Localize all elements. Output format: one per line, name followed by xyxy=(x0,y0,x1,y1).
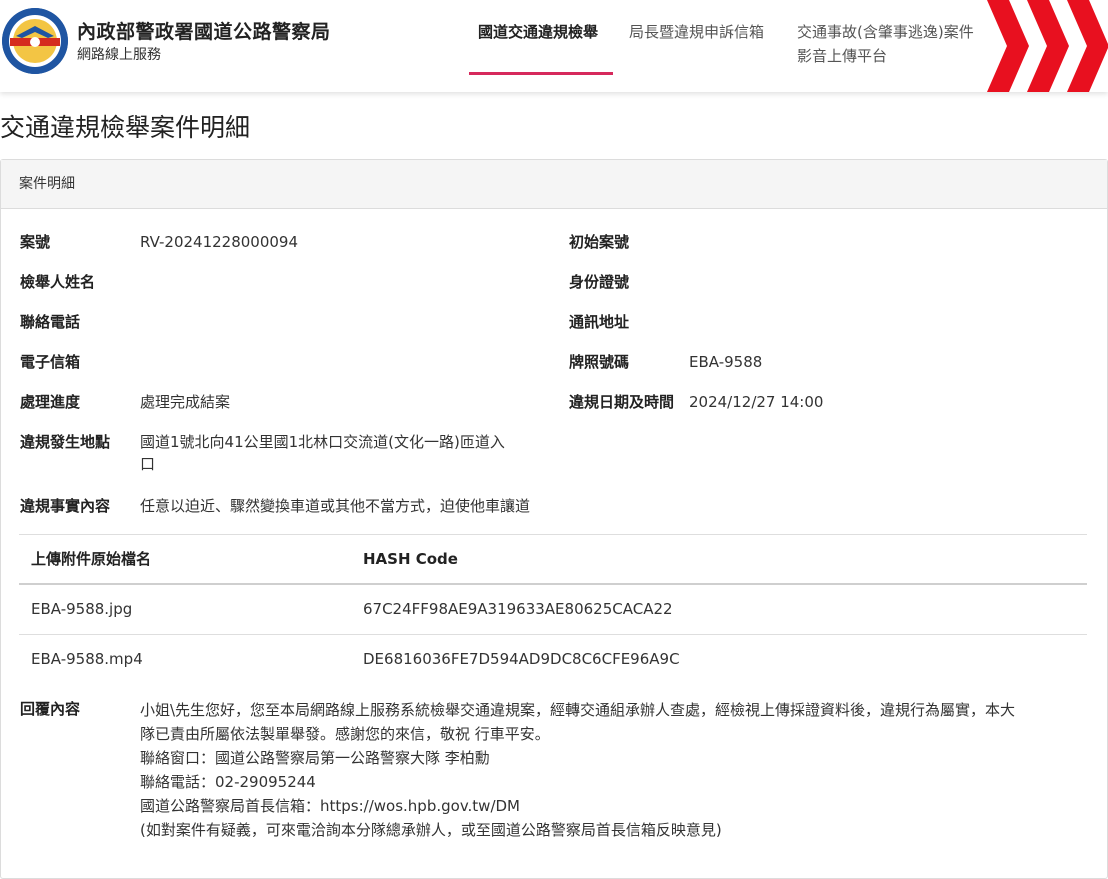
column-header-hash: HASH Code xyxy=(363,550,458,568)
chevron-decoration-icon xyxy=(987,0,1108,92)
case-no-label: 案號 xyxy=(20,233,51,251)
nav-accident-video-upload[interactable]: 交通事故(含肇事逃逸)案件 影音上傳平台 xyxy=(797,20,974,68)
plate-label: 牌照號碼 xyxy=(569,353,630,371)
attachment-filename: EBA-9588.jpg xyxy=(31,600,133,618)
nav-active-indicator xyxy=(469,72,613,75)
case-detail-panel: 案件明細 案號 RV-20241228000094 初始案號 檢舉人姓名 身份證… xyxy=(0,159,1108,879)
attachment-hash: DE6816036FE7D594AD9DC8C6CFE96A9C xyxy=(363,650,680,668)
table-row: EBA-9588.mp4 DE6816036FE7D594AD9DC8C6CFE… xyxy=(19,634,1087,684)
nav-traffic-violation-report[interactable]: 國道交通違規檢舉 xyxy=(478,20,598,44)
progress-label: 處理進度 xyxy=(20,393,81,411)
facts-label: 違規事實內容 xyxy=(20,497,111,515)
nav-director-mailbox[interactable]: 局長暨違規申訴信箱 xyxy=(629,20,764,44)
email-label: 電子信箱 xyxy=(20,353,81,371)
site-subtitle: 網路線上服務 xyxy=(77,47,161,63)
panel-heading: 案件明細 xyxy=(1,160,1107,209)
site-header: 內政部警政署國道公路警察局 網路線上服務 國道交通違規檢舉 局長暨違規申訴信箱 … xyxy=(0,0,1108,92)
reply-line: (如對案件有疑義，可來電洽詢本分隊總承辦人，或至國道公路警察局首長信箱反映意見) xyxy=(140,821,722,839)
attachments-table: 上傳附件原始檔名 HASH Code EBA-9588.jpg 67C24FF9… xyxy=(19,534,1087,684)
reply-line: 聯絡電話：02-29095244 xyxy=(140,773,316,791)
plate-value: EBA-9588 xyxy=(689,353,763,371)
violation-time-value: 2024/12/27 14:00 xyxy=(689,393,824,411)
progress-value: 處理完成結案 xyxy=(140,393,231,411)
page-title: 交通違規檢舉案件明細 xyxy=(0,113,251,142)
location-value-line1: 國道1號北向41公里國1北林口交流道(文化一路)匝道入 xyxy=(140,433,505,451)
reply-content: 小姐\先生您好，您至本局網路線上服務系統檢舉交通違規案，經轉交通組承辦人查處，經… xyxy=(140,698,1085,842)
phone-label: 聯絡電話 xyxy=(20,313,81,331)
table-row: EBA-9588.jpg 67C24FF98AE9A319633AE80625C… xyxy=(19,583,1087,634)
attachment-hash: 67C24FF98AE9A319633AE80625CACA22 xyxy=(363,600,673,618)
nav-accident-label-line2: 影音上傳平台 xyxy=(797,47,888,65)
reply-line: 聯絡窗口：國道公路警察局第一公路警察大隊 李柏勳 xyxy=(140,749,490,767)
site-title: 內政部警政署國道公路警察局 xyxy=(77,21,331,43)
reporter-name-label: 檢舉人姓名 xyxy=(20,273,96,291)
reply-line: 國道公路警察局首長信箱：https://wos.hpb.gov.tw/DM xyxy=(140,797,520,815)
id-no-label: 身份證號 xyxy=(569,273,630,291)
reply-line: 隊已責由所屬依法製單舉發。感謝您的來信，敬祝 行車平安。 xyxy=(140,725,550,743)
attachment-filename: EBA-9588.mp4 xyxy=(31,650,143,668)
agency-logo[interactable] xyxy=(2,8,68,74)
case-no-value: RV-20241228000094 xyxy=(140,233,299,251)
location-value-line2: 口 xyxy=(140,455,156,473)
attachments-header-row: 上傳附件原始檔名 HASH Code xyxy=(19,534,1087,583)
location-value: 國道1號北向41公里國1北林口交流道(文化一路)匝道入 口 xyxy=(140,431,540,475)
violation-time-label: 違規日期及時間 xyxy=(569,393,675,411)
reply-line: 小姐\先生您好，您至本局網路線上服務系統檢舉交通違規案，經轉交通組承辦人查處，經… xyxy=(140,701,1016,719)
nav-accident-label-line1: 交通事故(含肇事逃逸)案件 xyxy=(797,23,974,41)
facts-value: 任意以迫近、驟然變換車道或其他不當方式，迫使他車讓道 xyxy=(140,497,531,515)
location-label: 違規發生地點 xyxy=(20,433,111,451)
address-label: 通訊地址 xyxy=(569,313,630,331)
reply-label: 回覆內容 xyxy=(20,700,81,718)
initial-case-no-label: 初始案號 xyxy=(569,233,630,251)
column-header-filename: 上傳附件原始檔名 xyxy=(31,550,152,568)
